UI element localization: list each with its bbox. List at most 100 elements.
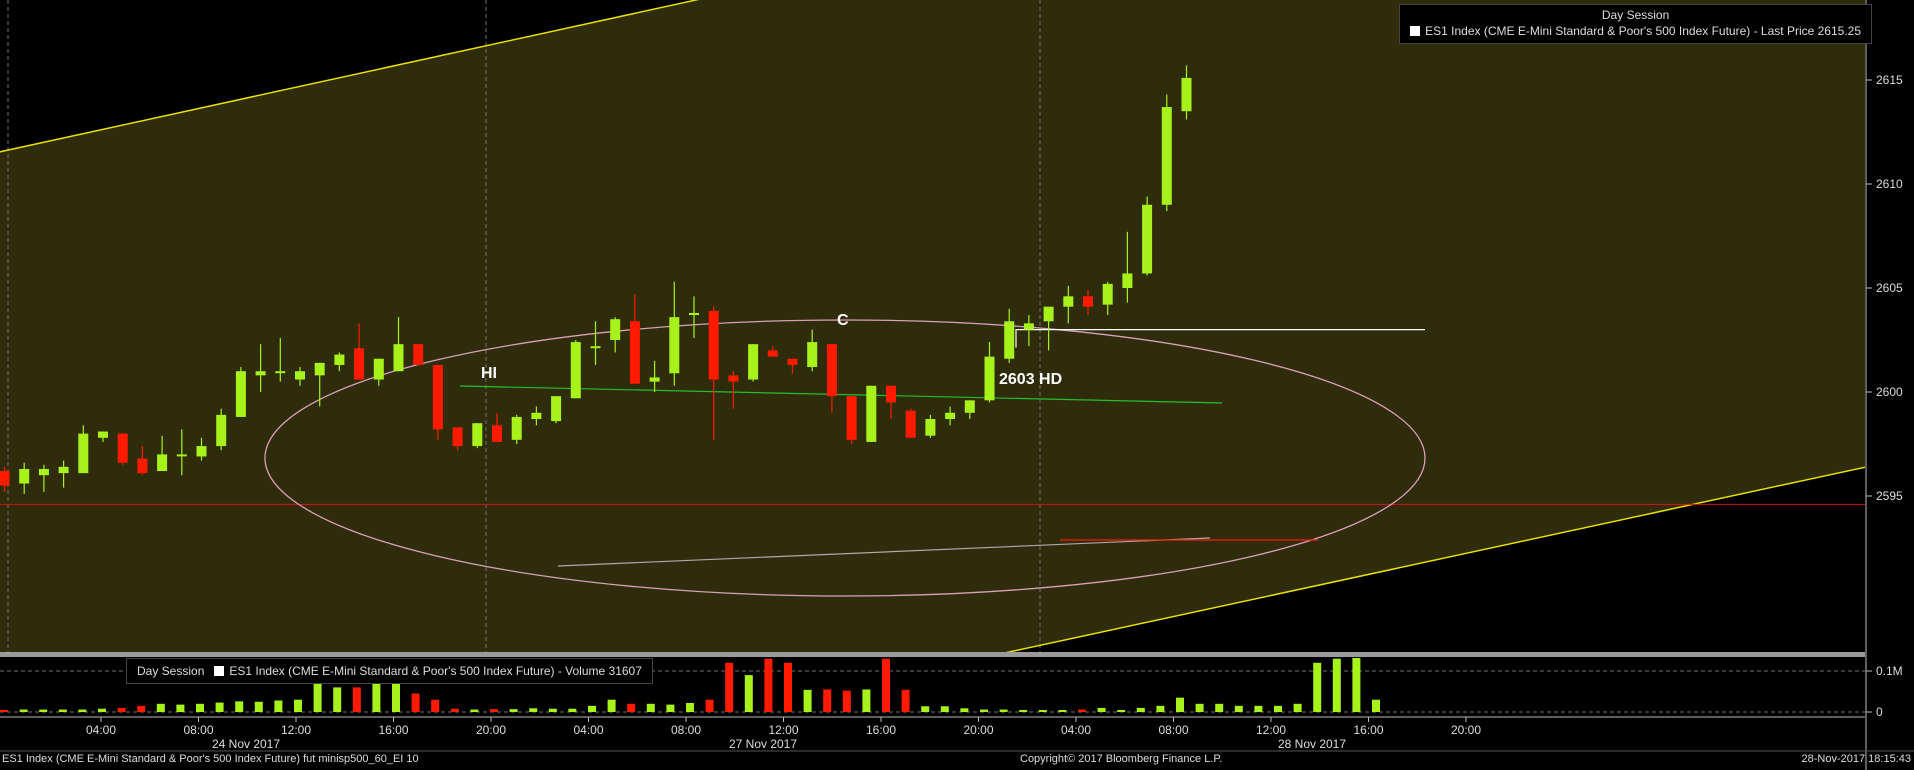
time-tick-label: 16:00: [1353, 723, 1383, 737]
volume-bar: [450, 708, 459, 712]
volume-bar: [509, 709, 518, 712]
volume-bar: [1156, 705, 1165, 712]
candle: [748, 344, 759, 382]
volume-bar: [960, 708, 969, 712]
volume-bar: [352, 687, 361, 712]
volume-bar: [1352, 658, 1361, 712]
volume-bar: [235, 701, 244, 712]
volume-bar: [1136, 707, 1145, 712]
volume-bar: [940, 706, 949, 712]
candle: [846, 396, 857, 444]
candle-body: [964, 400, 975, 413]
volume-bar: [294, 699, 302, 712]
time-tick-label: 12:00: [768, 723, 798, 737]
volume-bar: [725, 662, 734, 712]
candle-body: [393, 344, 404, 372]
candle-body: [295, 371, 305, 380]
candle: [866, 385, 877, 442]
candle: [1161, 94, 1172, 212]
price-legend-title: Day Session: [1601, 8, 1670, 22]
candle-body: [1043, 306, 1054, 322]
time-tick-label: 20:00: [1451, 723, 1481, 737]
volume-bar: [1332, 658, 1341, 712]
candle: [472, 423, 483, 449]
volume-bar: [313, 683, 322, 712]
volume-bar: [58, 709, 67, 712]
footer-timestamp: 28-Nov-2017 18:15:43: [1801, 753, 1911, 765]
candle-body: [78, 433, 89, 474]
volume-bar: [1293, 703, 1302, 712]
candle: [413, 344, 424, 365]
candle-body: [1122, 273, 1133, 288]
volume-bar: [333, 687, 342, 712]
volume-bar: [254, 701, 263, 712]
candle-body: [413, 344, 424, 365]
candle-body: [19, 468, 30, 484]
candle-body: [196, 446, 207, 457]
candle-body: [452, 427, 463, 447]
price-tick-label: 2595: [1876, 489, 1903, 503]
candle: [117, 433, 128, 465]
volume-bar: [607, 699, 616, 712]
volume-bar: [372, 683, 381, 712]
time-tick-label: 20:00: [476, 723, 506, 737]
volume-bar: [842, 690, 851, 712]
volume-bar: [1097, 707, 1106, 712]
candle-body: [610, 319, 621, 340]
volume-bar: [78, 709, 87, 712]
candle-body: [472, 423, 483, 447]
time-tick-label: 08:00: [183, 723, 213, 737]
candle-body: [905, 410, 916, 438]
volume-bar: [686, 702, 694, 712]
candle-body: [669, 317, 680, 374]
candle-body: [570, 342, 581, 399]
time-tick-label: 16:00: [378, 723, 408, 737]
volume-bar: [1234, 705, 1243, 712]
volume-bar: [529, 708, 538, 712]
volume-bar: [215, 702, 224, 712]
price-legend: Day Session ES1 Index (CME E-Mini Standa…: [1399, 4, 1872, 44]
volume-bar: [196, 703, 204, 712]
candle-body: [984, 356, 995, 401]
candle-body: [1102, 283, 1113, 305]
volume-bar: [921, 706, 930, 712]
volume-legend-title: Day Session: [137, 664, 205, 678]
candle-body: [373, 358, 384, 380]
date-label: 24 Nov 2017: [212, 737, 280, 751]
candle-body: [511, 416, 522, 440]
volume-bar: [1372, 699, 1380, 712]
volume-legend-label: ES1 Index (CME E-Mini Standard & Poor's …: [229, 664, 642, 678]
candle-body: [1083, 296, 1093, 307]
time-tick-label: 04:00: [86, 723, 116, 737]
price-tick-label: 2605: [1876, 281, 1903, 295]
volume-bar: [1215, 703, 1224, 712]
volume-bar: [764, 658, 773, 712]
candle-body: [590, 346, 601, 349]
volume-bar: [568, 708, 577, 712]
candle-body: [98, 431, 108, 438]
volume-bar: [882, 658, 890, 712]
candle-body: [846, 396, 857, 440]
volume-bar: [176, 704, 185, 712]
candle-body: [0, 471, 10, 486]
candle-body: [255, 371, 266, 376]
candle-body: [531, 412, 542, 420]
volume-legend: Day Session ES1 Index (CME E-Mini Standa…: [126, 658, 653, 684]
time-tick-label: 12:00: [1256, 723, 1286, 737]
volume-bar: [117, 707, 126, 712]
volume-bar: [744, 675, 753, 712]
time-tick-label: 04:00: [573, 723, 603, 737]
candle-body: [235, 371, 246, 417]
volume-bar: [1019, 709, 1028, 712]
legend-swatch: [214, 666, 225, 676]
volume-bar: [0, 709, 8, 712]
volume-bar: [646, 703, 655, 712]
candle-body: [334, 354, 345, 365]
volume-bar: [548, 708, 557, 712]
candle: [216, 408, 227, 451]
candle-body: [886, 385, 896, 403]
volume-tick-label: 0.1M: [1876, 664, 1903, 678]
candle-body: [629, 321, 640, 384]
candle: [551, 396, 562, 424]
volume-bar: [39, 709, 48, 712]
